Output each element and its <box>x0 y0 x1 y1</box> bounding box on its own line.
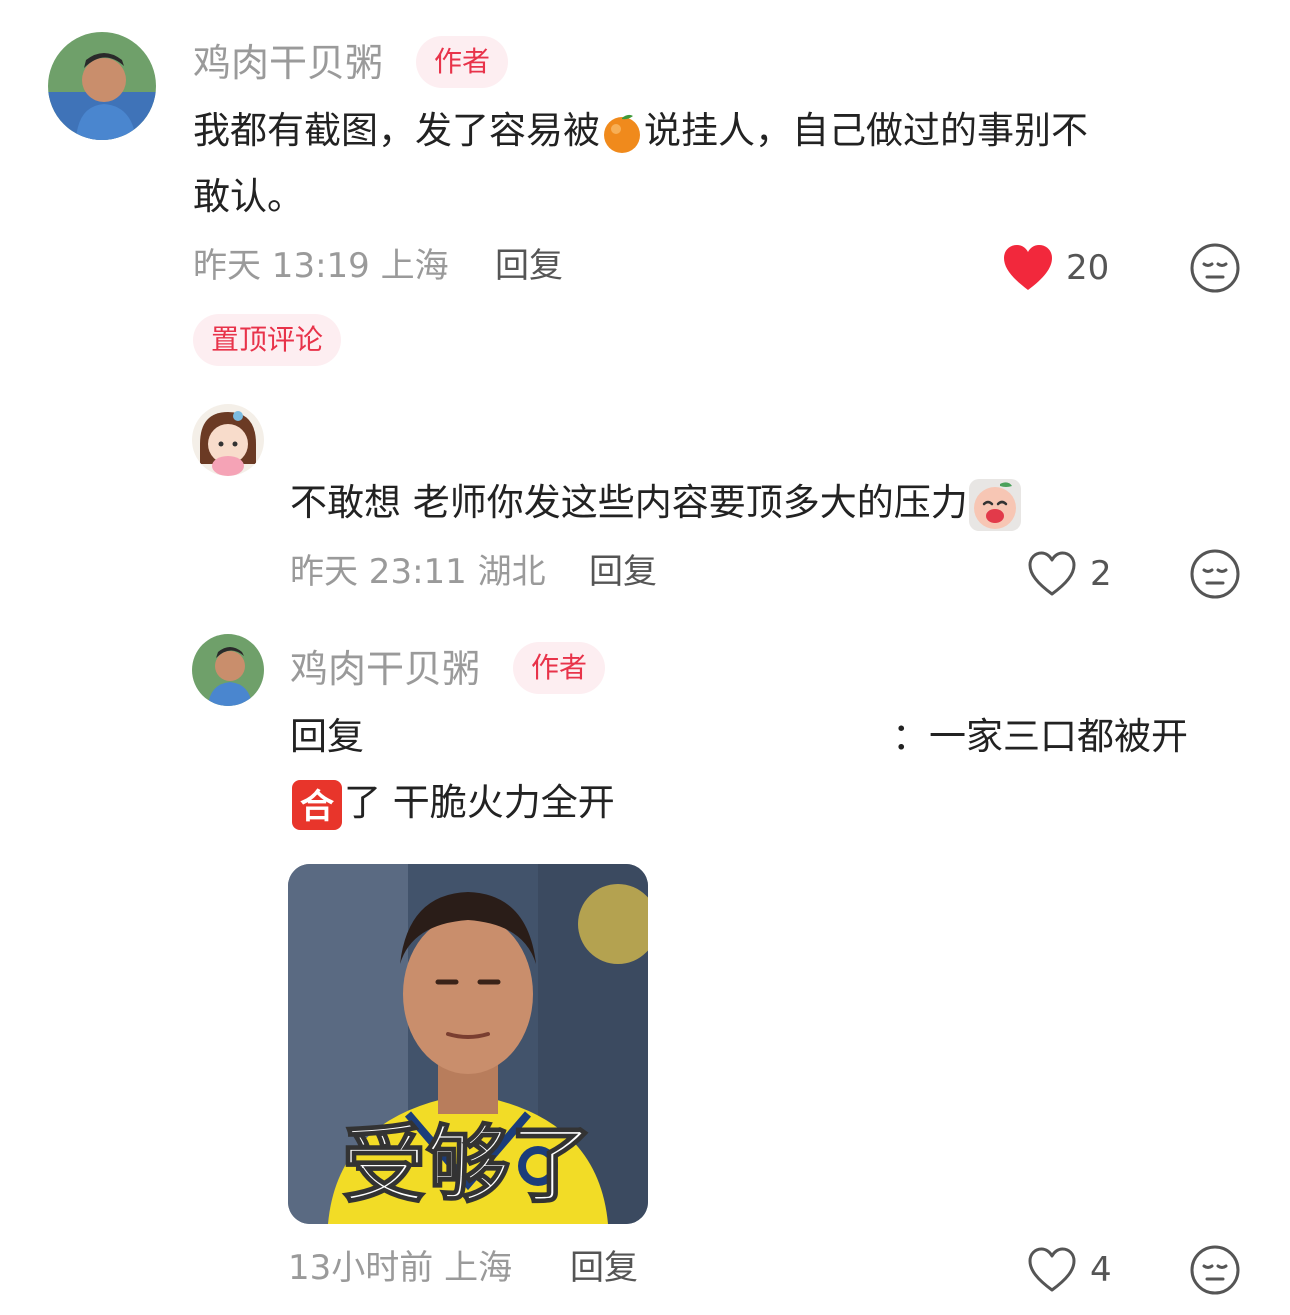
avatar[interactable] <box>192 404 264 476</box>
like-button[interactable]: 4 <box>1026 1244 1126 1296</box>
sticker-caption: 受够了 <box>342 1116 594 1214</box>
comment-text: 不敢想 老师你发这些内容要顶多大的压力 <box>290 470 1190 536</box>
sticker-image[interactable]: 受够了 <box>288 864 648 1224</box>
reply-prefix: 回复 <box>290 715 364 758</box>
heart-filled-icon <box>1002 244 1054 292</box>
comment-text-body: 了 干脆火力全开 <box>344 781 615 824</box>
author-badge: 作者 <box>513 642 606 694</box>
like-button[interactable]: 2 <box>1026 548 1126 600</box>
reply-button[interactable]: 回复 <box>495 244 563 288</box>
like-count: 4 <box>1090 1250 1112 1290</box>
svg-text:合: 合 <box>300 787 334 827</box>
comment-time-location: 13小时前 上海 <box>288 1248 513 1288</box>
meh-face-icon[interactable] <box>1189 548 1241 600</box>
pinned-comment-badge: 置顶评论 <box>193 314 342 366</box>
orange-emoji-icon <box>600 111 644 155</box>
comment-text-line2: 敢认。 <box>193 175 304 218</box>
comment-text: 我都有截图，发了容易被 说挂人，自己做过的事别不 敢认。 <box>193 98 1243 230</box>
like-count: 2 <box>1090 554 1112 594</box>
he-emoji-icon: 合 <box>290 778 344 832</box>
meh-face-icon[interactable] <box>1189 242 1241 294</box>
comment-text-part2: 说挂人，自己做过的事别不 <box>644 109 1088 152</box>
like-button[interactable]: 20 <box>1002 242 1122 294</box>
comment-text-line2: 合 了 干脆火力全开 <box>290 770 615 836</box>
reply-button[interactable]: 回复 <box>570 1246 638 1290</box>
avatar[interactable] <box>192 634 264 706</box>
heart-outline-icon <box>1026 550 1078 598</box>
comment-author[interactable]: 鸡肉干贝粥 <box>290 646 480 692</box>
reply-button[interactable]: 回复 <box>589 550 657 594</box>
comment-time-location: 昨天 23:11 湖北 <box>290 552 546 592</box>
avatar[interactable] <box>48 32 156 140</box>
comment-author[interactable]: 鸡肉干贝粥 <box>193 40 383 86</box>
comment-text-body: 不敢想 老师你发这些内容要顶多大的压力 <box>290 481 968 524</box>
meh-face-icon[interactable] <box>1189 1244 1241 1296</box>
comment-time-location: 昨天 13:19 上海 <box>193 246 449 286</box>
comment-text-part1: 我都有截图，发了容易被 <box>193 109 600 152</box>
crying-face-emoji-icon <box>968 478 1022 532</box>
comment-text-rest: ：一家三口都被开 <box>892 715 1188 758</box>
heart-outline-icon <box>1026 1246 1078 1294</box>
author-badge: 作者 <box>416 36 509 88</box>
like-count: 20 <box>1066 248 1110 288</box>
